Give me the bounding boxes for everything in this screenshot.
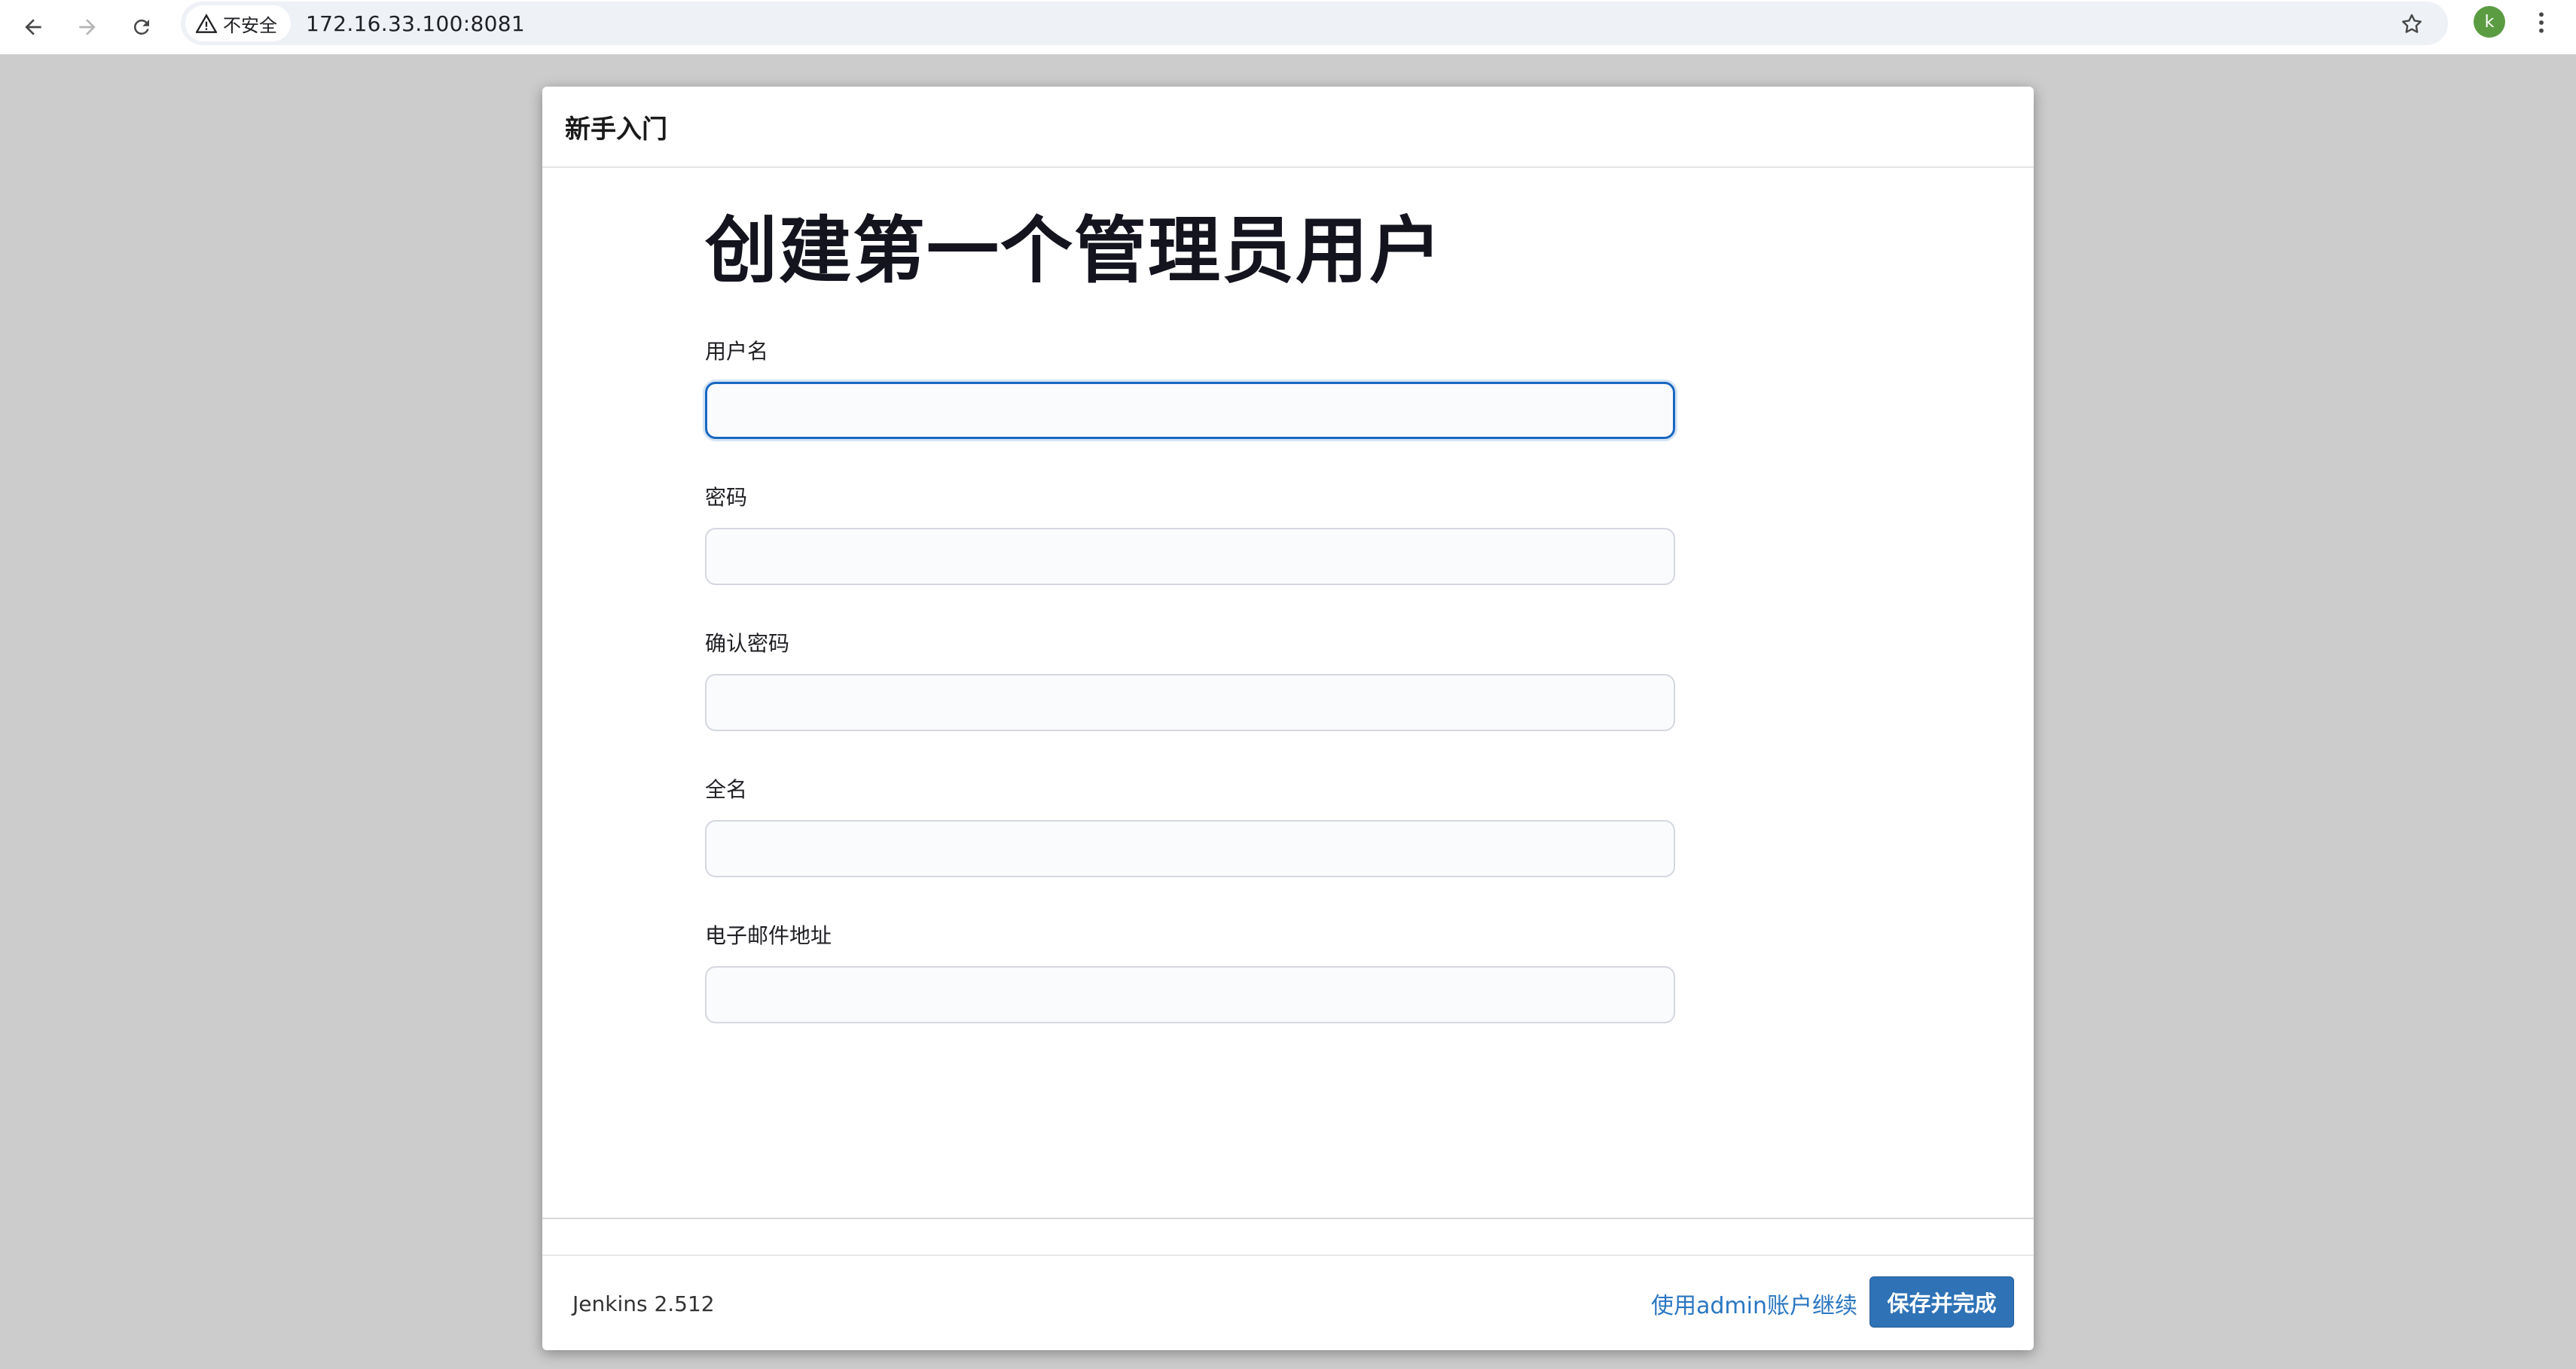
email-label: 电子邮件地址 [705, 923, 832, 948]
version-text: Jenkins 2.512 [572, 1291, 715, 1316]
confirm-password-input[interactable] [705, 674, 1675, 731]
password-label: 密码 [705, 485, 748, 510]
form-content: 创建第一个管理员用户 [705, 168, 1677, 291]
dialog-title: 新手入门 [565, 114, 667, 145]
fullname-label: 全名 [705, 777, 748, 802]
footer-divider [542, 1218, 2034, 1219]
confirm-password-label: 确认密码 [705, 631, 790, 656]
back-icon[interactable] [12, 6, 54, 48]
warning-icon [196, 14, 217, 33]
url-text[interactable]: 172.16.33.100:8081 [306, 11, 525, 36]
email-input[interactable] [705, 966, 1675, 1023]
password-input[interactable] [705, 528, 1675, 585]
security-label: 不安全 [223, 14, 277, 36]
bookmark-star-icon[interactable] [2395, 8, 2428, 41]
page-title: 创建第一个管理员用户 [705, 209, 1443, 293]
more-menu-icon[interactable] [2526, 6, 2556, 39]
continue-as-admin-link[interactable]: 使用admin账户继续 [1651, 1287, 1857, 1320]
browser-toolbar: 不安全 172.16.33.100:8081 k [0, 0, 2576, 54]
forward-icon[interactable] [66, 6, 108, 48]
reload-icon[interactable] [121, 6, 163, 48]
dialog-header: 新手入门 [542, 87, 2034, 168]
username-label: 用户名 [705, 339, 769, 364]
save-and-finish-button[interactable]: 保存并完成 [1869, 1276, 2014, 1328]
footer-divider-2 [542, 1255, 2034, 1256]
security-chip[interactable]: 不安全 [185, 5, 291, 41]
setup-dialog: 新手入门 创建第一个管理员用户 用户名 密码 确认密码 全名 电子邮件地址 Je… [542, 87, 2034, 1350]
address-bar[interactable]: 不安全 172.16.33.100:8081 [181, 2, 2448, 45]
fullname-input[interactable] [705, 820, 1675, 877]
profile-avatar[interactable]: k [2474, 6, 2505, 38]
username-input[interactable] [705, 382, 1675, 439]
